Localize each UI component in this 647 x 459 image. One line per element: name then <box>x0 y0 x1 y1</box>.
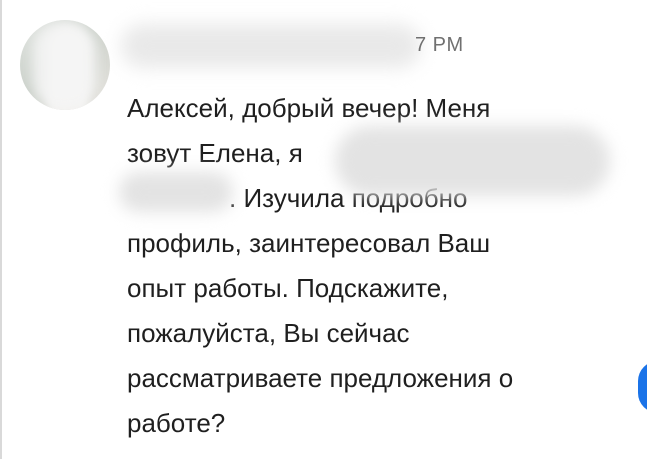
message-line-8: работе? <box>127 408 226 438</box>
message-header: 7 PM <box>121 20 617 72</box>
avatar-privacy-blur <box>32 20 97 110</box>
message-line-7: рассматриваете предложения о <box>127 363 514 393</box>
message-body: Алексей, добрый вечер! Меня зовут Елена,… <box>119 86 617 446</box>
sender-name-blur <box>121 24 421 68</box>
message-timestamp: 7 PM <box>415 34 464 56</box>
window-divider <box>0 0 2 459</box>
floating-action-button[interactable] <box>638 361 647 413</box>
chat-message: 7 PM Алексей, добрый вечер! Меня зовут Е… <box>119 20 617 446</box>
avatar[interactable] <box>20 20 110 110</box>
redaction-blur-company <box>335 126 610 196</box>
redaction-blur-company-cont <box>119 172 233 212</box>
message-line-1: Алексей, добрый вечер! Меня <box>127 93 491 123</box>
message-line-5: опыт работы. Подскажите, <box>127 273 449 303</box>
message-line-6: пожалуйста, Вы сейчас <box>127 318 410 348</box>
message-line-4: профиль, заинтересовал Ваш <box>127 228 491 258</box>
